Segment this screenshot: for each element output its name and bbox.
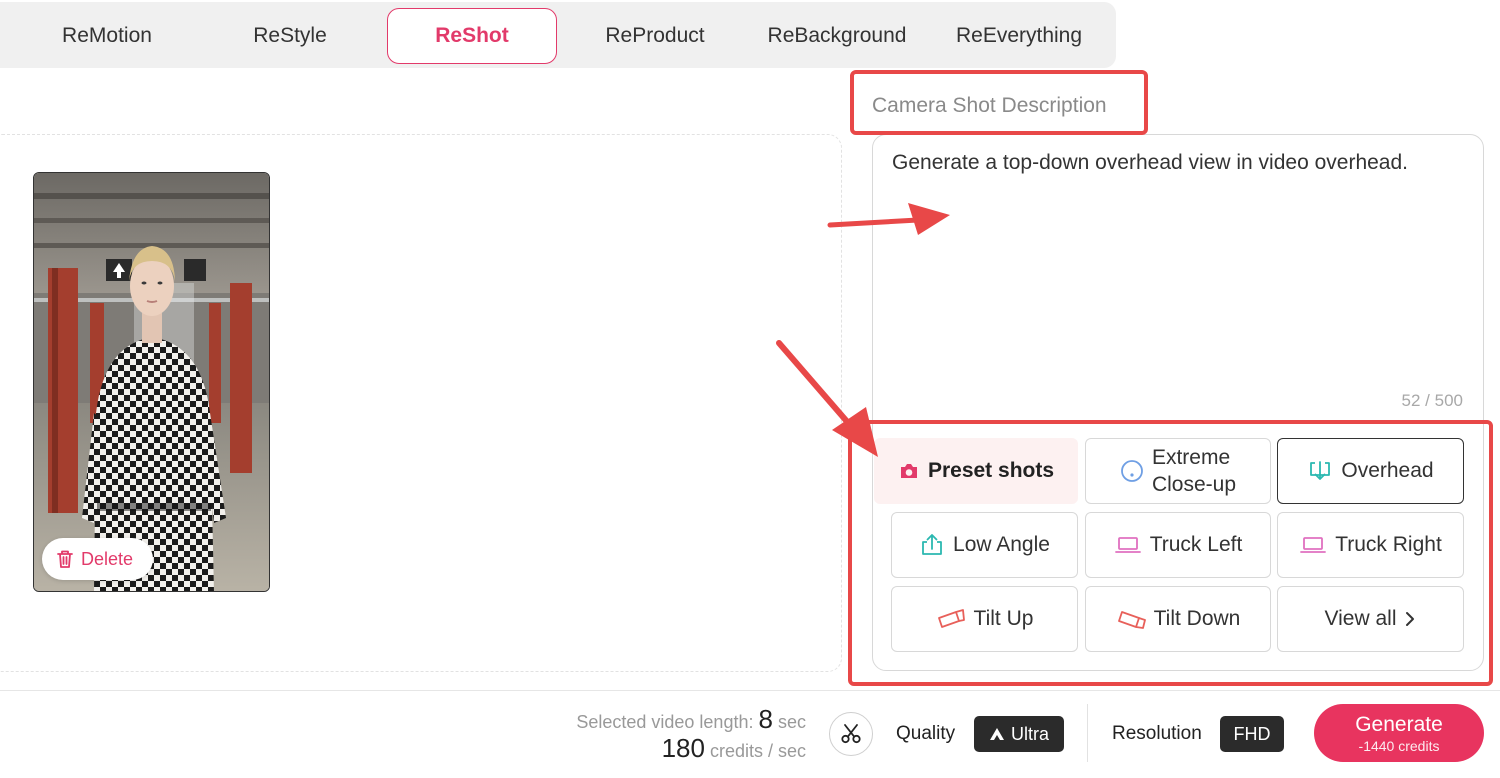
footer-separator [1087,704,1088,762]
delete-button[interactable]: Delete [42,538,153,580]
character-count: 52 / 500 [1401,391,1463,410]
video-length-value: 8 [758,704,773,734]
download-tray-icon [1310,461,1331,480]
tab-reshot[interactable]: ReShot [387,8,557,64]
shot-tilt-down-button[interactable]: Tilt Down [1085,586,1271,652]
resolution-selector[interactable]: FHD [1220,716,1284,752]
tab-remotion[interactable]: ReMotion [32,8,182,64]
peak-icon [989,728,1004,740]
tilt-camera-icon [1117,611,1146,629]
generate-button[interactable]: Generate -1440 credits [1314,704,1484,762]
shot-low-angle-button[interactable]: Low Angle [891,512,1078,578]
laptop-icon [1300,537,1327,553]
camera-icon [900,464,917,478]
video-length-readout: Selected video length: 8 sec [576,704,806,734]
mode-tab-bar: ReMotion ReStyle ReShot ReProduct ReBack… [0,2,1116,68]
laptop-icon [1114,537,1141,553]
video-thumbnail[interactable] [33,172,270,592]
generate-cost: -1440 credits [1358,737,1440,754]
trash-icon [57,550,73,568]
shot-tilt-up-button[interactable]: Tilt Up [891,586,1078,652]
shot-overhead-button[interactable]: Overhead [1277,438,1464,504]
quality-selector[interactable]: Ultra [974,716,1064,752]
preset-shots-label: Preset shots [874,438,1078,504]
credit-rate-value: 180 [661,733,705,763]
circle-dot-icon [1121,460,1143,482]
shot-extreme-close-up-button[interactable]: Extreme Close-up [1085,438,1271,504]
tilt-camera-icon [937,609,965,628]
view-all-button[interactable]: View all [1277,586,1464,652]
camera-shot-description-label: Camera Shot Description [872,94,1107,117]
delete-label: Delete [81,548,134,569]
tab-reproduct[interactable]: ReProduct [580,8,730,64]
upload-tray-icon [922,534,942,555]
tab-rebackground[interactable]: ReBackground [757,8,917,64]
description-text[interactable]: Generate a top-down overhead view in vid… [892,151,1408,175]
generate-label: Generate [1355,712,1443,736]
tab-restyle[interactable]: ReStyle [215,8,365,64]
quality-label: Quality [896,723,956,744]
footer-divider [0,690,1500,691]
trim-button[interactable] [829,712,873,756]
tab-reeverything[interactable]: ReEverything [944,8,1094,64]
resolution-label: Resolution [1112,723,1202,744]
chevron-right-icon [1406,612,1415,626]
shot-truck-left-button[interactable]: Truck Left [1085,512,1271,578]
scissors-icon [841,724,861,744]
shot-truck-right-button[interactable]: Truck Right [1277,512,1464,578]
credit-rate-readout: 180 credits / sec [661,733,806,763]
